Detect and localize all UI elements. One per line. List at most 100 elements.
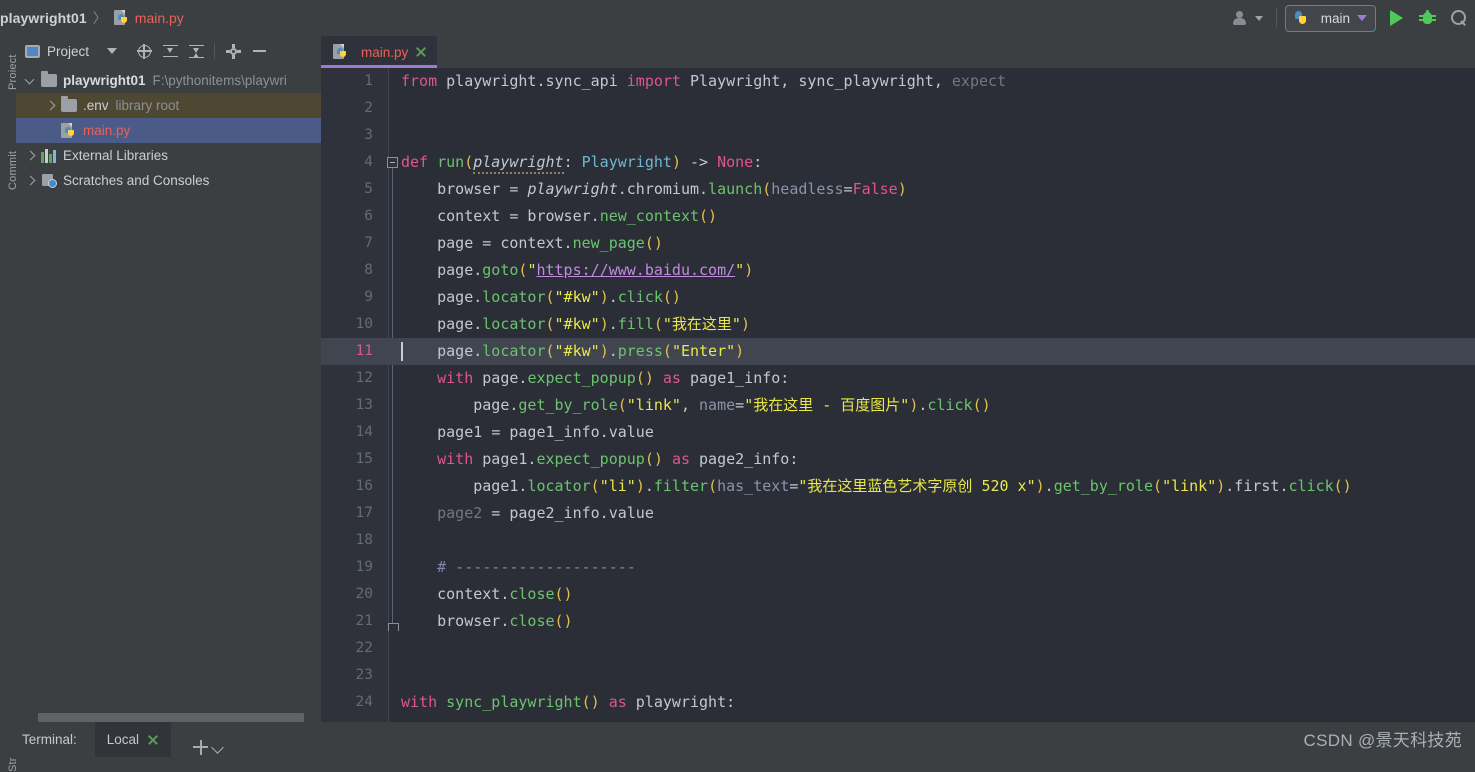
breadcrumb: playwright01 〉 main.py <box>0 8 184 28</box>
close-icon[interactable] <box>415 46 427 58</box>
project-panel-title-group[interactable]: Project <box>25 43 118 59</box>
line-number: 10 <box>355 316 373 332</box>
debug-bug-icon <box>1419 10 1436 26</box>
code-line: 13 page.get_by_role("link", name="我在这里 -… <box>321 392 1475 419</box>
hide-minus-icon <box>252 50 266 52</box>
chevron-down-icon <box>107 48 118 54</box>
run-configuration-selector[interactable]: main <box>1284 4 1376 32</box>
project-panel-scrollbar[interactable] <box>16 713 304 722</box>
line-number: 20 <box>355 586 373 602</box>
collapse-all-button[interactable] <box>183 39 209 63</box>
chevron-right-icon[interactable] <box>24 149 38 163</box>
tree-detail: F:\pythonitems\playwri <box>152 73 287 88</box>
chevron-down-icon[interactable] <box>24 74 38 88</box>
editor-tab-bar: main.py <box>321 36 1475 68</box>
line-number: 23 <box>355 667 373 683</box>
breadcrumb-file[interactable]: main.py <box>135 10 184 26</box>
locate-target-icon <box>136 43 152 59</box>
python-icon <box>1293 10 1308 26</box>
line-number: 14 <box>355 424 373 440</box>
people-icon <box>1232 11 1250 25</box>
code-line: 24 with sync_playwright() as playwright: <box>321 689 1475 716</box>
line-number: 21 <box>355 613 373 629</box>
hide-panel-button[interactable] <box>246 39 272 63</box>
tree-row-env[interactable]: .env library root <box>16 93 321 118</box>
divider <box>214 43 216 59</box>
editor-tab-label: main.py <box>361 44 409 60</box>
code-line: 6 context = browser.new_context() <box>321 203 1475 230</box>
line-number: 13 <box>355 397 373 413</box>
line-number: 18 <box>355 532 373 548</box>
tree-row-scratches-and-consoles[interactable]: Scratches and Consoles <box>16 168 321 193</box>
terminal-tab-label: Local <box>106 732 140 747</box>
tree-label: main.py <box>83 123 131 138</box>
tree-row-playwright01[interactable]: playwright01 F:\pythonitems\playwri <box>16 68 321 93</box>
project-panel-title: Project <box>47 43 90 59</box>
pycharm-window: playwright01 〉 main.py main Project Comm… <box>0 0 1475 772</box>
code-line: 18 <box>321 527 1475 554</box>
tree-label: .env <box>83 98 109 113</box>
code-line: 2 <box>321 95 1475 122</box>
libraries-icon <box>41 148 57 163</box>
chevron-down-icon <box>1357 15 1367 21</box>
code-lines: 1 from playwright.sync_api import Playwr… <box>321 68 1475 716</box>
terminal-tab-local[interactable]: Local <box>94 722 172 757</box>
bottom-tool-bar: Terminal: Local <box>0 722 1475 757</box>
left-tool-strip: Project Commit Structure <box>0 36 19 772</box>
code-line: 12 with page.expect_popup() as page1_inf… <box>321 365 1475 392</box>
close-icon[interactable] <box>147 734 159 746</box>
code-line: 10 page.locator("#kw").fill("我在这里") <box>321 311 1475 338</box>
code-line: 20 context.close() <box>321 581 1475 608</box>
collapse-all-icon <box>188 44 204 59</box>
code-line: 9 page.locator("#kw").click() <box>321 284 1475 311</box>
settings-button[interactable] <box>220 39 246 63</box>
line-number: 8 <box>364 262 373 278</box>
python-file-icon <box>333 44 348 60</box>
people-button[interactable] <box>1228 5 1268 31</box>
editor-area: main.py 1 from playwright.sync_api impor… <box>321 36 1475 758</box>
run-button[interactable] <box>1385 5 1408 31</box>
divider <box>1275 8 1277 28</box>
folder-icon <box>41 71 57 87</box>
python-file-icon <box>61 122 76 139</box>
editor-tab-mainpy[interactable]: main.py <box>321 36 438 68</box>
line-number: 1 <box>364 73 373 89</box>
run-play-icon <box>1390 10 1403 26</box>
code-line: 17 page2 = page2_info.value <box>321 500 1475 527</box>
line-number: 3 <box>364 127 373 143</box>
code-line: 4 def run(playwright: Playwright) -> Non… <box>321 149 1475 176</box>
breadcrumb-separator: 〉 <box>92 10 107 26</box>
chevron-right-icon[interactable] <box>44 99 58 113</box>
chevron-down-icon <box>1254 15 1263 21</box>
expand-all-button[interactable] <box>157 39 183 63</box>
tree-row-mainpy[interactable]: main.py <box>16 118 321 143</box>
title-bar-actions: main <box>1228 0 1475 36</box>
code-line: 22 <box>321 635 1475 662</box>
project-tree: playwright01 F:\pythonitems\playwri .env… <box>16 66 321 193</box>
line-number: 24 <box>355 694 373 710</box>
code-line: 21 browser.close() <box>321 608 1475 635</box>
code-line: 1 from playwright.sync_api import Playwr… <box>321 68 1475 95</box>
debug-button[interactable] <box>1414 5 1441 31</box>
locate-target-button[interactable] <box>131 39 157 63</box>
line-number: 15 <box>355 451 373 467</box>
search-everywhere-button[interactable] <box>1445 5 1473 31</box>
line-number: 22 <box>355 640 373 656</box>
breadcrumb-project[interactable]: playwright01 <box>0 10 87 26</box>
line-number: 9 <box>364 289 373 305</box>
title-bar: playwright01 〉 main.py main <box>0 0 1475 36</box>
search-icon <box>1450 9 1468 27</box>
code-editor[interactable]: 1 from playwright.sync_api import Playwr… <box>321 68 1475 729</box>
project-window-icon <box>25 44 40 58</box>
project-panel-header: Project <box>16 36 321 66</box>
tree-row-external-libraries[interactable]: External Libraries <box>16 143 321 168</box>
chevron-right-icon[interactable] <box>24 174 38 188</box>
project-panel: Project playwright01 F:\pythonitems\play… <box>16 36 321 722</box>
settings-gear-icon <box>225 43 241 59</box>
line-number: 19 <box>355 559 373 575</box>
line-number: 17 <box>355 505 373 521</box>
tree-label: playwright01 <box>63 73 146 88</box>
tree-label: Scratches and Consoles <box>63 173 210 188</box>
python-file-icon <box>113 10 129 26</box>
code-line: 5 browser = playwright.chromium.launch(h… <box>321 176 1475 203</box>
